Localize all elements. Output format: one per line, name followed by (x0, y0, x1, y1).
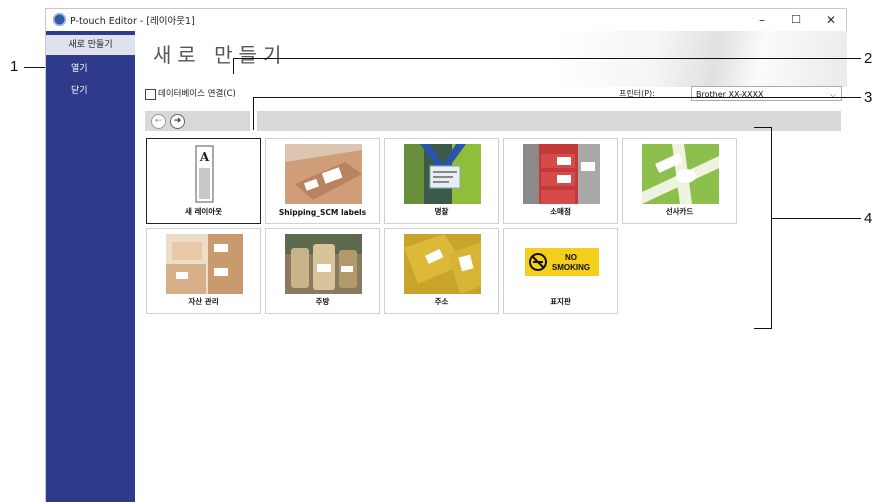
sidebar-item-close[interactable]: 닫기 (46, 81, 135, 101)
forward-button[interactable]: ➜ (170, 114, 185, 129)
template-label: 새 레이아웃 (184, 207, 223, 216)
template-label: 소매점 (550, 207, 571, 216)
new-layout-thumbnail: A (166, 144, 243, 204)
back-button[interactable]: ← (151, 114, 166, 129)
template-label: 주방 (315, 297, 330, 306)
template-label: Shipping_SCM labels (278, 208, 367, 217)
maximize-button[interactable]: ☐ (781, 11, 811, 29)
sidebar-item-open[interactable]: 열기 (46, 59, 135, 79)
retail-thumbnail (523, 144, 600, 204)
callout-bracket-top (754, 127, 772, 128)
shipping-thumbnail (285, 144, 362, 204)
template-new-layout[interactable]: A 새 레이아웃 (146, 138, 261, 224)
template-name-badge[interactable]: 명찰 (384, 138, 499, 224)
template-sign[interactable]: NO SMOKING 표지판 (503, 228, 618, 314)
header-decoration (555, 31, 847, 87)
template-asset-management[interactable]: 자산 관리 (146, 228, 261, 314)
callout-line-4 (771, 218, 861, 219)
callout-line-3a (253, 97, 254, 130)
callout-2: 2 (864, 50, 873, 67)
address-thumbnail (404, 234, 481, 294)
template-label: 선사카드 (665, 207, 694, 216)
gift-card-thumbnail (642, 144, 719, 204)
template-label: 명찰 (434, 207, 449, 216)
sign-text-smoking: SMOKING (552, 263, 590, 272)
template-label: 주소 (434, 297, 449, 306)
page-title: 새로 만들기 (153, 43, 288, 67)
callout-bracket-bottom (754, 328, 772, 329)
app-window: P-touch Editor - [레이아웃1] – ☐ ✕ 새로 만들기 열기… (45, 8, 847, 502)
sidebar: 새로 만들기 열기 닫기 (46, 31, 135, 502)
template-retail[interactable]: 소매점 (503, 138, 618, 224)
minimize-button[interactable]: – (747, 11, 777, 29)
template-label: 자산 관리 (188, 297, 219, 306)
app-logo-icon (53, 13, 66, 26)
database-connect-checkbox[interactable] (145, 89, 156, 100)
template-shipping[interactable]: Shipping_SCM labels (265, 138, 380, 224)
callout-bracket-vertical (771, 127, 772, 329)
chevron-down-icon: ⌵ (829, 90, 836, 99)
kitchen-thumbnail (285, 234, 362, 294)
database-connect-label[interactable]: 데이터베이스 연결(C) (158, 87, 236, 99)
name-badge-thumbnail (404, 144, 481, 204)
path-bar (257, 111, 841, 131)
callout-1: 1 (10, 58, 19, 75)
sidebar-item-new[interactable]: 새로 만들기 (46, 35, 135, 55)
asset-management-thumbnail (166, 234, 243, 294)
main-panel: 새로 만들기 데이터베이스 연결(C) 프린터(P): Brother XX-X… (135, 31, 847, 502)
template-kitchen[interactable]: 주방 (265, 228, 380, 314)
printer-select[interactable]: Brother XX-XXXX ⌵ (691, 86, 842, 101)
close-button[interactable]: ✕ (816, 11, 846, 29)
window-title: P-touch Editor - [레이아웃1] (70, 16, 195, 27)
sign-thumbnail: NO SMOKING (523, 234, 600, 294)
sign-text-no: NO (565, 253, 577, 262)
template-label: 표지판 (550, 297, 571, 306)
callout-line-2a (233, 58, 234, 74)
title-bar: P-touch Editor - [레이아웃1] – ☐ ✕ (46, 9, 846, 31)
callout-line-3b (253, 97, 861, 98)
template-address[interactable]: 주소 (384, 228, 499, 314)
template-gift-card[interactable]: 선사카드 (622, 138, 737, 224)
new-layout-letter: A (199, 150, 210, 164)
callout-4: 4 (864, 210, 873, 227)
callout-line-2b (233, 58, 861, 59)
callout-3: 3 (864, 89, 873, 106)
navigation-bar: ← ➜ (145, 111, 250, 131)
